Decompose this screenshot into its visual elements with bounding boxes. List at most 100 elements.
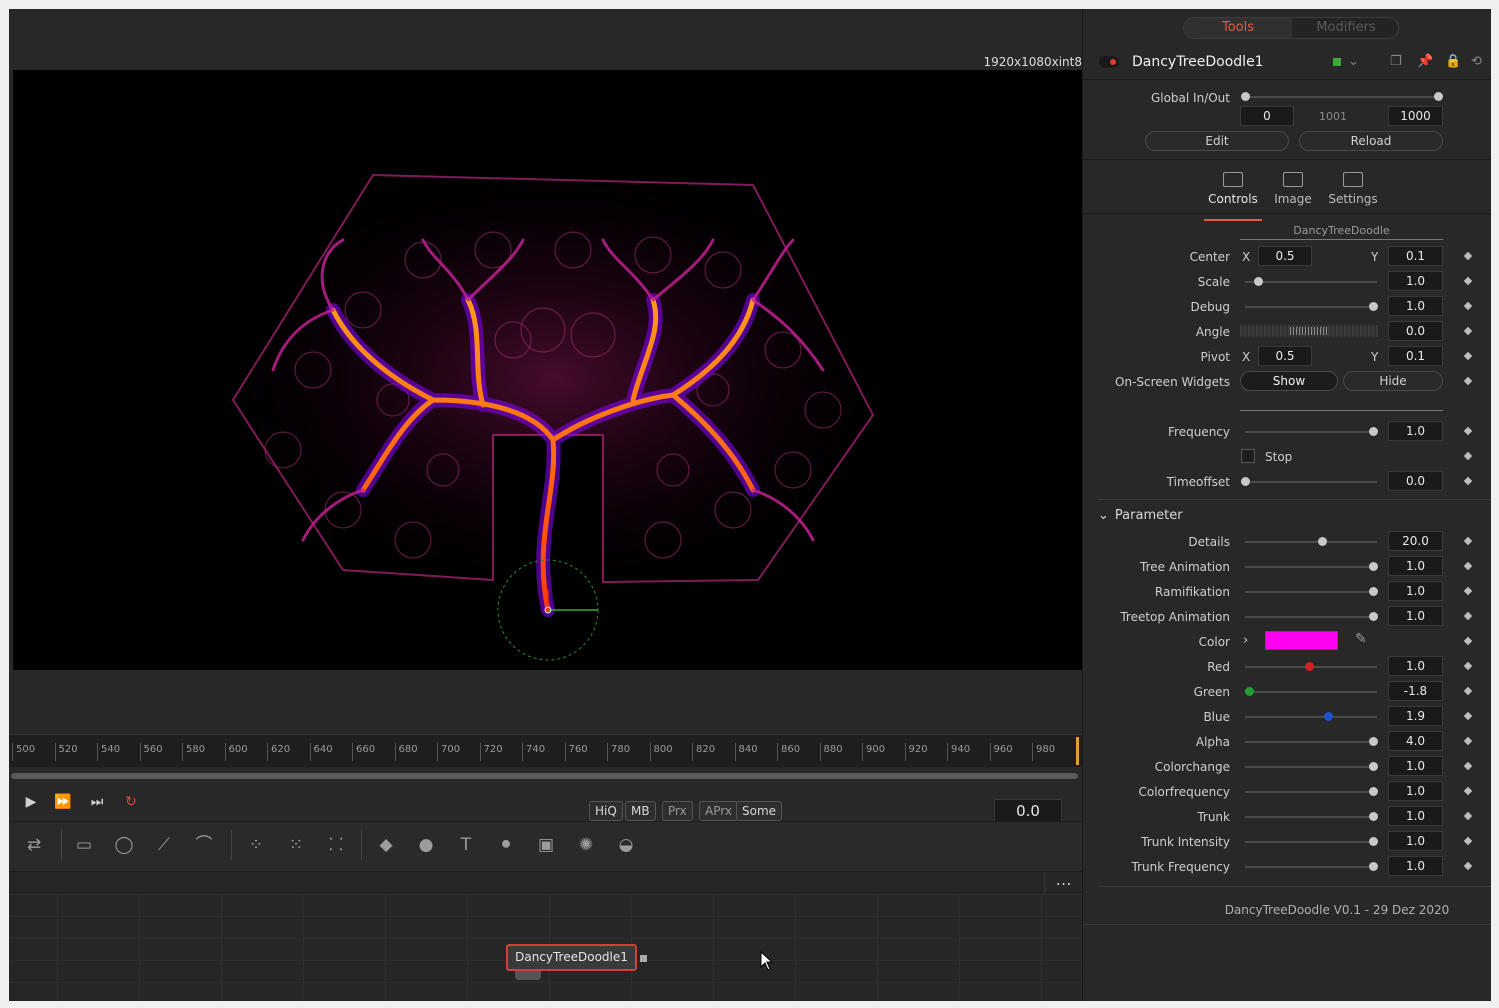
keyframe-icon[interactable]: [1463, 376, 1473, 386]
trunk-frequency-field[interactable]: 1.0: [1388, 856, 1443, 876]
slider-knob[interactable]: [1369, 612, 1378, 621]
timeoffset-slider[interactable]: [1241, 477, 1377, 486]
keyframe-icon[interactable]: [1463, 736, 1473, 746]
trunk-intensity-field[interactable]: 1.0: [1388, 831, 1443, 851]
keyframe-icon[interactable]: [1463, 426, 1473, 436]
details-field[interactable]: 20.0: [1388, 531, 1443, 551]
trunk-frequency-slider[interactable]: [1245, 862, 1378, 871]
angle-field[interactable]: 0.0: [1388, 321, 1443, 341]
alpha-slider[interactable]: [1245, 737, 1378, 746]
slider-knob[interactable]: [1369, 737, 1378, 746]
keyframe-icon[interactable]: [1463, 351, 1473, 361]
colorfrequency-slider[interactable]: [1245, 787, 1378, 796]
colorchange-slider[interactable]: [1245, 762, 1378, 771]
green-field[interactable]: -1.8: [1388, 681, 1443, 701]
pivot-y-field[interactable]: 0.1: [1388, 346, 1443, 366]
keyframe-icon[interactable]: [1463, 276, 1473, 286]
light-3d-icon[interactable]: ✺: [571, 832, 601, 858]
details-slider[interactable]: [1245, 537, 1377, 546]
prx-button[interactable]: Prx: [662, 801, 693, 821]
polygon-mask-icon[interactable]: ⟋: [149, 832, 179, 858]
global-in-field[interactable]: 0: [1240, 106, 1294, 126]
mb-button[interactable]: MB: [625, 801, 656, 821]
particle-render-icon[interactable]: ⁙: [281, 832, 311, 858]
center-y-field[interactable]: 0.1: [1388, 246, 1443, 266]
renderer-3d-icon[interactable]: ◒: [611, 832, 641, 858]
ellipse-mask-icon[interactable]: ◯: [109, 832, 139, 858]
edit-button[interactable]: Edit: [1145, 131, 1289, 151]
slider-knob[interactable]: [1369, 762, 1378, 771]
blue-slider[interactable]: [1245, 712, 1377, 721]
angle-thumbwheel[interactable]: [1240, 325, 1378, 337]
chevron-down-icon[interactable]: ⌄: [1348, 54, 1359, 69]
keyframe-icon[interactable]: [1463, 636, 1473, 646]
aprx-button[interactable]: APrx: [699, 801, 738, 821]
ramifikation-slider[interactable]: [1245, 587, 1378, 596]
slider-knob[interactable]: [1317, 537, 1327, 546]
hide-widgets-button[interactable]: Hide: [1343, 371, 1443, 391]
tree-animation-slider[interactable]: [1245, 562, 1378, 571]
tool-color-swatch[interactable]: [1333, 58, 1341, 66]
stop-checkbox[interactable]: [1241, 449, 1255, 463]
subtab-controls[interactable]: Controls: [1205, 172, 1261, 206]
keyframe-icon[interactable]: [1463, 686, 1473, 696]
keyframe-icon[interactable]: [1463, 536, 1473, 546]
keyframe-icon[interactable]: [1463, 451, 1473, 461]
lock-icon[interactable]: 🔒: [1445, 54, 1461, 69]
particle-style-icon[interactable]: ⸬: [321, 832, 351, 858]
keyframe-icon[interactable]: [1463, 586, 1473, 596]
node-input-ports[interactable]: [515, 971, 541, 980]
keyframe-icon[interactable]: [1463, 561, 1473, 571]
frequency-field[interactable]: 1.0: [1388, 421, 1443, 441]
keyframe-icon[interactable]: [1463, 811, 1473, 821]
scrub-bar[interactable]: [11, 773, 1078, 779]
timeoffset-field[interactable]: 0.0: [1388, 471, 1443, 491]
tab-modifiers[interactable]: Modifiers: [1292, 18, 1398, 38]
keyframe-icon[interactable]: [1463, 611, 1473, 621]
keyframe-icon[interactable]: [1463, 661, 1473, 671]
trunk-field[interactable]: 1.0: [1388, 806, 1443, 826]
slider-knob[interactable]: [1369, 837, 1378, 846]
eyedropper-icon[interactable]: ✎: [1355, 631, 1367, 647]
global-out-field[interactable]: 1000: [1388, 106, 1443, 126]
tree-animation-field[interactable]: 1.0: [1388, 556, 1443, 576]
skip-end-icon[interactable]: ⏭: [87, 793, 107, 811]
subtab-settings[interactable]: Settings: [1325, 172, 1381, 206]
chevron-right-icon[interactable]: ›: [1243, 633, 1248, 648]
keyframe-icon[interactable]: [1463, 476, 1473, 486]
treetop-animation-field[interactable]: 1.0: [1388, 606, 1443, 626]
slider-knob[interactable]: [1244, 687, 1254, 696]
keyframe-icon[interactable]: [1463, 251, 1473, 261]
slider-knob[interactable]: [1324, 712, 1334, 721]
subtab-image[interactable]: Image: [1265, 172, 1321, 206]
node-output-port[interactable]: [640, 955, 647, 962]
node-dancytreedoodle[interactable]: DancyTreeDoodle1: [506, 944, 637, 971]
color-swatch[interactable]: [1265, 631, 1338, 650]
more-options-icon[interactable]: …: [1044, 872, 1082, 894]
red-field[interactable]: 1.0: [1388, 656, 1443, 676]
fast-forward-icon[interactable]: ⏩: [53, 793, 73, 811]
rectangle-mask-icon[interactable]: ▭: [69, 832, 99, 858]
reset-icon[interactable]: ⟲: [1471, 54, 1482, 69]
loop-icon[interactable]: ↻: [121, 793, 141, 811]
reload-button[interactable]: Reload: [1299, 131, 1443, 151]
trunk-slider[interactable]: [1245, 812, 1378, 821]
ramifikation-field[interactable]: 1.0: [1388, 581, 1443, 601]
keyframe-icon[interactable]: [1463, 761, 1473, 771]
keyframe-icon[interactable]: [1463, 711, 1473, 721]
scale-slider[interactable]: [1245, 277, 1377, 286]
blue-field[interactable]: 1.9: [1388, 706, 1443, 726]
keyframe-icon[interactable]: [1463, 786, 1473, 796]
slider-knob[interactable]: [1369, 812, 1378, 821]
red-slider[interactable]: [1245, 662, 1377, 671]
global-inout-slider[interactable]: [1241, 92, 1443, 101]
pin-icon[interactable]: 📌: [1417, 54, 1433, 69]
debug-field[interactable]: 1.0: [1388, 296, 1443, 316]
colorfrequency-field[interactable]: 1.0: [1388, 781, 1443, 801]
slider-knob[interactable]: [1305, 662, 1314, 671]
versions-icon[interactable]: ❐: [1390, 54, 1402, 69]
slider-knob[interactable]: [1369, 562, 1378, 571]
some-button[interactable]: Some: [736, 801, 783, 821]
slider-knob[interactable]: [1369, 587, 1378, 596]
timeline-scrubber[interactable]: [9, 767, 1082, 785]
